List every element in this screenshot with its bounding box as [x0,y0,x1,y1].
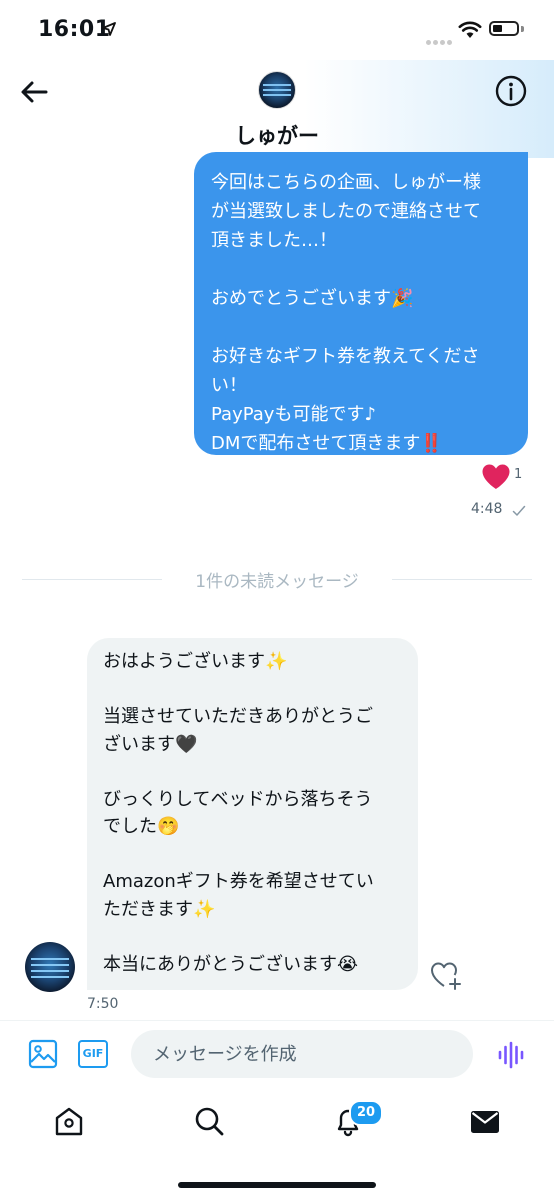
cellular-signal-icon [426,30,454,49]
contact-avatar[interactable] [258,71,296,109]
home-icon[interactable] [51,1103,87,1139]
message-line: おめでとうございます🎉 [211,288,414,309]
status-bar: 16:01 [0,0,554,60]
message-line: 本当にありがとうございます😭 [103,953,359,975]
back-arrow-icon[interactable] [18,76,50,108]
check-icon [512,505,526,516]
message-line: でした🤭 [103,816,180,837]
gif-button[interactable]: GIF [78,1040,108,1068]
voice-icon[interactable] [498,1041,524,1069]
search-icon[interactable] [191,1103,227,1139]
received-message-bubble[interactable]: おはようございます✨ 当選させていただきありがとうご ざいます🖤 びっくりしてベ… [87,638,418,990]
like-count: 1 [514,467,523,482]
battery-icon [489,21,519,36]
message-line: おはようございます✨ [103,651,288,672]
message-line: Amazonギフト券を希望させてい [103,871,374,892]
home-indicator [178,1182,376,1188]
message-line: ただきます✨ [103,898,216,920]
message-line [103,841,408,869]
info-icon[interactable] [494,74,528,108]
contact-name[interactable]: しゅがー [0,120,554,150]
message-line: DMで配布させて頂きます‼️ [211,433,443,454]
message-line: 頂きました…！ [211,230,337,251]
message-input[interactable] [131,1030,473,1078]
location-arrow-icon [102,22,116,36]
sent-message-bubble[interactable]: 今回はこちらの企画、しゅがー様 が当選致しましたので連絡させて 頂きました…！ … [194,152,528,455]
sent-timestamp: 4:48 [471,501,503,517]
message-line [103,758,408,786]
conversation-header: しゅがー [0,60,554,158]
message-line: が当選致しましたので連絡させて [211,201,481,222]
notifications-badge: 20 [349,1100,383,1126]
image-icon[interactable] [28,1039,58,1069]
message-line: びっくりしてベッドから落ちそう [103,788,373,810]
message-line [103,923,408,951]
message-line: い！ [211,375,247,396]
message-line: 今回はこちらの企画、しゅがー様 [211,172,481,193]
message-line [211,255,514,284]
dm-conversation-screen: 16:01 しゅがー 今回はこちらの企画、しゅがー様 が当選致しましたので連絡さ [0,0,554,1200]
wifi-icon [458,21,482,38]
battery-tip [521,26,524,32]
message-line: PayPayも可能です♪ [211,404,376,425]
divider-line [392,579,532,580]
message-line: ざいます🖤 [103,733,198,755]
message-line [211,313,514,342]
message-line: お好きなギフト券を教えてくださ [211,346,480,367]
unread-divider-label: 1件の未読メッセージ [195,572,359,592]
message-line [103,676,408,704]
mail-icon[interactable] [467,1103,503,1139]
sender-avatar[interactable] [25,942,75,992]
received-timestamp: 7:50 [87,996,119,1012]
heart-icon[interactable] [481,463,511,490]
heart-plus-icon[interactable] [430,960,462,990]
message-line: 当選させていただきありがとうご [103,706,373,727]
status-time: 16:01 [38,17,111,42]
composer-divider [0,1020,554,1021]
divider-line [22,579,162,580]
